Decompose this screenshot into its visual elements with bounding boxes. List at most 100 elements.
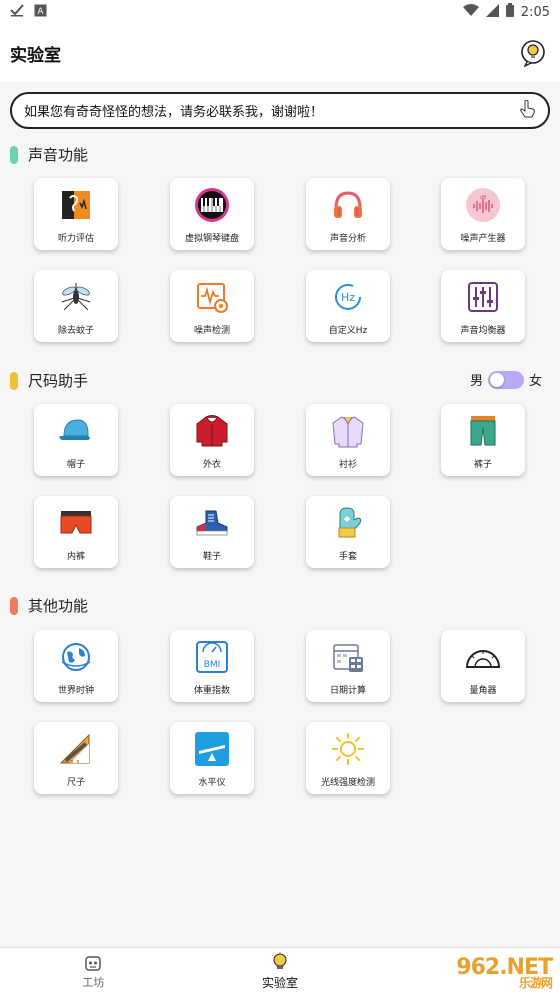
tile-mosquito-repel[interactable]: 除去蚊子 <box>34 270 118 342</box>
tile-label: 日期计算 <box>329 686 366 696</box>
tile-gloves[interactable]: 手套 <box>306 496 390 568</box>
tile-pants[interactable]: 裤子 <box>441 404 525 476</box>
section-other-label: 其他功能 <box>28 597 89 615</box>
protractor-icon <box>465 639 501 675</box>
mitten-icon <box>330 505 366 541</box>
nav-lab-label: 实验室 <box>262 976 299 990</box>
tile-equalizer[interactable]: 声音均衡器 <box>441 270 525 342</box>
globe-clock-icon <box>58 639 94 675</box>
tile-label: 噪声产生器 <box>460 234 506 244</box>
svg-text:A: A <box>37 7 44 17</box>
nav-workshop[interactable]: 工坊 <box>0 948 187 995</box>
bmi-scale-icon: BMI <box>194 639 230 675</box>
nav-workshop-label: 工坊 <box>82 975 105 989</box>
shorts-icon <box>465 413 501 449</box>
tile-label: 水平仪 <box>198 778 226 788</box>
section-marker <box>10 371 18 390</box>
tile-virtual-piano[interactable]: 虚拟钢琴键盘 <box>170 178 254 250</box>
tile-label: 除去蚊子 <box>57 326 94 336</box>
sneaker-icon <box>194 505 230 541</box>
equalizer-icon <box>465 279 501 315</box>
idea-bulb-button[interactable] <box>516 36 550 70</box>
notice-text: 如果您有奇奇怪怪的想法，请务必联系我，谢谢啦！ <box>24 105 324 120</box>
tile-label: 声音分析 <box>329 234 366 244</box>
tile-label: 听力评估 <box>57 234 94 244</box>
tile-label: 裤子 <box>473 460 492 470</box>
section-sound-title: 声音功能 <box>10 144 88 165</box>
tile-shoes[interactable]: 鞋子 <box>170 496 254 568</box>
section-sound-label: 声音功能 <box>28 146 89 164</box>
tile-label: 内裤 <box>66 552 85 562</box>
svg-text:BMI: BMI <box>204 660 221 670</box>
status-bar: A 2:05 <box>0 0 560 24</box>
tile-coat[interactable]: 外衣 <box>170 404 254 476</box>
toggle-knob <box>489 372 504 387</box>
ear-icon <box>58 187 94 223</box>
tile-ruler[interactable]: 尺子 <box>34 722 118 794</box>
tile-label: 虚拟钢琴键盘 <box>184 234 239 244</box>
tile-noise-generator[interactable]: dB 噪声产生器 <box>441 178 525 250</box>
ruler-pencil-icon <box>58 731 94 767</box>
tile-shirt[interactable]: 衬衫 <box>306 404 390 476</box>
tile-hearing-test[interactable]: 听力评估 <box>34 178 118 250</box>
checkmark-notification-icon <box>10 3 24 21</box>
soundwave-icon: dB <box>465 187 501 223</box>
status-time: 2:05 <box>520 4 550 20</box>
svg-text:Hz: Hz <box>341 291 355 304</box>
battery-icon <box>505 3 514 21</box>
section-marker <box>10 145 18 164</box>
tile-label: 帽子 <box>66 460 85 470</box>
page-title: 实验室 <box>10 45 61 66</box>
noise-meter-icon <box>194 279 230 315</box>
tile-label: 体重指数 <box>193 686 230 696</box>
tile-level[interactable]: 水平仪 <box>170 722 254 794</box>
sun-icon <box>330 731 366 767</box>
section-size-label: 尺码助手 <box>28 372 89 390</box>
tile-underwear[interactable]: 内裤 <box>34 496 118 568</box>
robot-icon <box>85 955 102 971</box>
watermark-logo: 962.NET 乐游网 <box>456 955 553 991</box>
lightbulb-nav-icon <box>271 952 289 969</box>
tile-label: 衬衫 <box>338 460 357 470</box>
section-marker <box>10 596 18 615</box>
headphones-icon <box>330 187 366 223</box>
calendar-calculator-icon <box>330 639 366 675</box>
tile-label: 手套 <box>338 552 357 562</box>
shirt-icon <box>330 413 366 449</box>
tile-sound-analysis[interactable]: 声音分析 <box>306 178 390 250</box>
mosquito-icon <box>58 279 94 315</box>
gender-toggle[interactable] <box>487 370 524 389</box>
tile-bmi[interactable]: BMI 体重指数 <box>170 630 254 702</box>
lightbulb-icon <box>521 40 545 67</box>
tile-label: 噪声检测 <box>193 326 230 336</box>
tile-label: 量角器 <box>469 686 497 696</box>
signal-icon <box>485 3 499 21</box>
feedback-notice[interactable]: 如果您有奇奇怪怪的想法，请务必联系我，谢谢啦！ <box>10 92 550 129</box>
tile-label: 外衣 <box>202 460 221 470</box>
tile-world-clock[interactable]: 世界时钟 <box>34 630 118 702</box>
app-bar: 实验室 <box>0 24 560 82</box>
cap-icon <box>58 413 94 449</box>
pointer-hand-icon <box>520 98 536 122</box>
toggle-female-label: 女 <box>528 374 542 389</box>
tile-noise-detect[interactable]: 噪声检测 <box>170 270 254 342</box>
tile-protractor[interactable]: 量角器 <box>441 630 525 702</box>
tile-hat[interactable]: 帽子 <box>34 404 118 476</box>
tile-label: 光线强度检测 <box>320 778 375 788</box>
nav-lab[interactable]: 实验室 <box>187 948 374 995</box>
tile-date-calc[interactable]: 日期计算 <box>306 630 390 702</box>
toggle-male-label: 男 <box>469 374 483 389</box>
gender-toggle-group: 男 女 <box>470 370 542 389</box>
tile-label: 尺子 <box>66 778 85 788</box>
hz-icon: Hz <box>330 279 366 315</box>
spirit-level-icon <box>194 731 230 767</box>
section-other-title: 其他功能 <box>10 595 88 616</box>
tile-light-meter[interactable]: 光线强度检测 <box>306 722 390 794</box>
wifi-icon <box>462 3 479 21</box>
font-notification-icon: A <box>34 4 47 21</box>
section-size-title: 尺码助手 <box>10 370 88 391</box>
main-content: 如果您有奇奇怪怪的想法，请务必联系我，谢谢啦！ 声音功能 听力评估 虚拟钢琴键盘… <box>0 82 560 947</box>
piano-icon <box>194 187 230 223</box>
hoodie-icon <box>194 413 230 449</box>
tile-custom-hz[interactable]: Hz 自定义Hz <box>306 270 390 342</box>
